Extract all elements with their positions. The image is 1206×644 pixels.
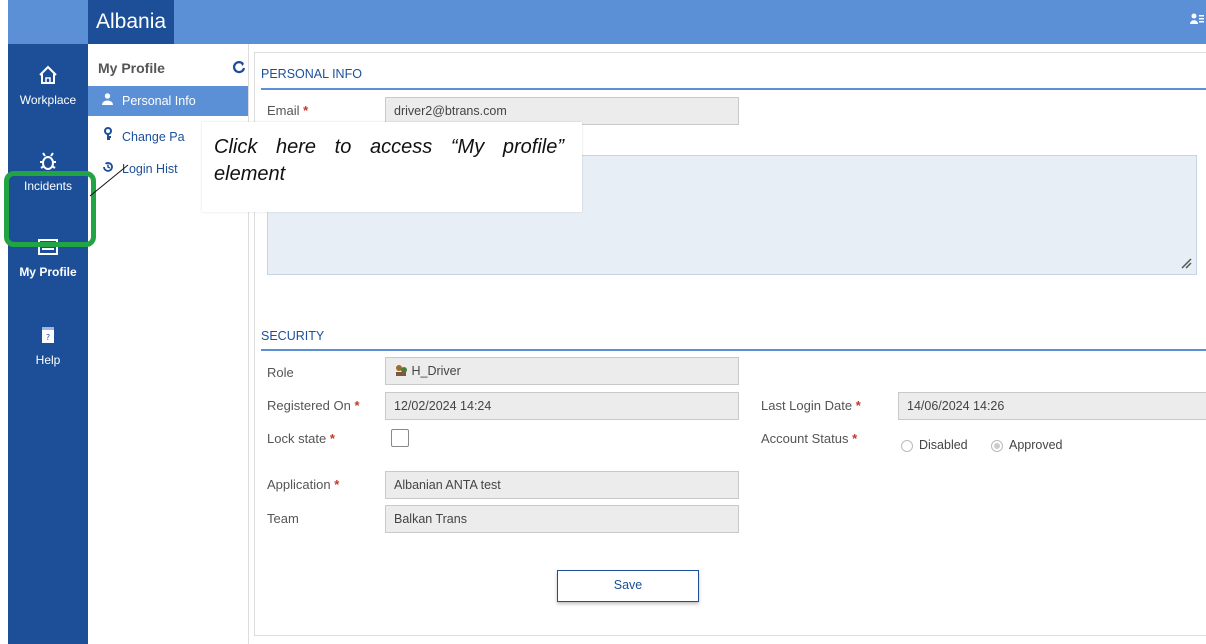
role-badge-icon [394, 364, 411, 378]
email-field[interactable]: driver2@btrans.com [385, 97, 739, 125]
lock-state-label: Lock state * [267, 431, 335, 446]
registered-on-field[interactable]: 12/02/2024 14:24 [385, 392, 739, 420]
highlight-box [4, 171, 96, 247]
personal-info-title: PERSONAL INFO [261, 67, 362, 81]
lock-state-checkbox[interactable] [391, 429, 409, 447]
profile-item-label: Personal Info [122, 94, 196, 108]
application-field[interactable]: Albanian ANTA test [385, 471, 739, 499]
app-title: Albania [88, 0, 174, 44]
status-disabled-label: Disabled [919, 438, 968, 452]
account-status-label: Account Status * [761, 431, 858, 446]
last-login-field[interactable]: 14/06/2024 14:26 [898, 392, 1206, 420]
profile-item-personal-info[interactable]: Personal Info [88, 86, 248, 116]
resize-grip-icon[interactable] [1180, 257, 1192, 272]
status-approved-radio[interactable] [991, 440, 1003, 452]
email-label: Email * [267, 103, 309, 118]
role-field[interactable]: H_Driver [385, 357, 739, 385]
history-icon [102, 154, 116, 184]
callout-text: Click here to access “My profile” elemen… [214, 136, 564, 185]
left-nav: Workplace Incidents My Profile ? Help [8, 44, 88, 644]
registered-on-label: Registered On * [267, 398, 360, 413]
key-icon [102, 122, 116, 152]
status-disabled-radio[interactable] [901, 440, 913, 452]
team-label: Team [267, 511, 299, 526]
team-field[interactable]: Balkan Trans [385, 505, 739, 533]
section-divider [261, 349, 1206, 351]
user-menu-icon[interactable] [1190, 13, 1204, 28]
last-login-label: Last Login Date * [761, 398, 861, 413]
tutorial-callout: Click here to access “My profile” elemen… [202, 122, 582, 212]
nav-label-my-profile: My Profile [19, 265, 77, 279]
security-title: SECURITY [261, 329, 325, 343]
person-icon [102, 86, 116, 116]
role-value: H_Driver [411, 364, 461, 378]
status-approved-label: Approved [1009, 438, 1063, 452]
nav-item-workplace[interactable]: Workplace [8, 64, 88, 107]
nav-label-help: Help [35, 353, 61, 367]
nav-item-help[interactable]: ? Help [8, 324, 88, 367]
refresh-icon[interactable] [232, 60, 246, 77]
svg-text:?: ? [46, 333, 50, 342]
profile-panel-title: My Profile [98, 60, 165, 76]
profile-item-label: Change Pa [122, 130, 185, 144]
section-divider [261, 88, 1206, 90]
role-label: Role [267, 365, 294, 380]
home-icon [8, 64, 88, 89]
profile-item-label: Login Hist [122, 162, 178, 176]
top-bar [8, 0, 1206, 44]
help-book-icon: ? [8, 324, 88, 349]
save-button[interactable]: Save [557, 570, 699, 602]
nav-label-workplace: Workplace [19, 93, 77, 107]
application-label: Application * [267, 477, 340, 492]
